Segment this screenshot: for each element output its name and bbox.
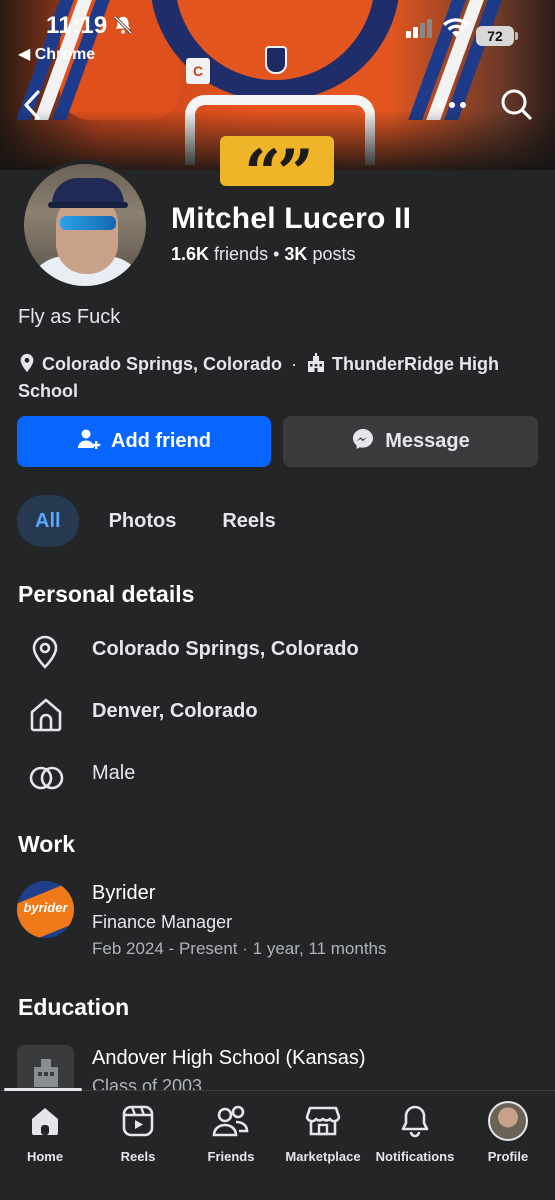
bell-icon	[370, 1101, 460, 1141]
message-label: Message	[385, 430, 470, 452]
location-pin-icon	[28, 634, 62, 675]
education-school[interactable]: Andover High School (Kansas)	[92, 1047, 365, 1070]
profile-stats: 1.6K friends • 3K posts	[171, 244, 355, 265]
marketplace-icon	[278, 1101, 368, 1141]
status-time: 11:19	[46, 12, 108, 39]
posts-count: 3K	[284, 244, 308, 264]
detail-text: Denver, Colorado	[92, 700, 258, 722]
avatar-cap-brim	[48, 202, 128, 208]
nav-profile[interactable]: Profile	[463, 1101, 553, 1164]
quote-badge-icon[interactable]: “”	[220, 136, 334, 186]
intro-location: Colorado Springs, Colorado	[42, 354, 283, 374]
nav-home[interactable]: Home	[0, 1101, 90, 1164]
work-company[interactable]: Byrider	[92, 882, 155, 905]
intro-line: Colorado Springs, Colorado · ThunderRidg…	[18, 352, 543, 403]
back-chevron-icon[interactable]	[20, 88, 46, 127]
detail-text: Colorado Springs, Colorado	[92, 638, 359, 660]
gender-icon	[28, 758, 66, 799]
nav-label: Profile	[487, 1149, 529, 1164]
tab-all[interactable]: All	[17, 495, 79, 547]
detail-gender: Male	[0, 756, 555, 796]
nav-profile-photo	[488, 1101, 528, 1141]
nav-marketplace[interactable]: Marketplace	[278, 1101, 368, 1164]
profile-avatar[interactable]	[20, 160, 150, 290]
tab-photos[interactable]: Photos	[91, 495, 195, 547]
silent-bell-icon	[112, 14, 134, 41]
profile-name: Mitchel Lucero II	[171, 202, 412, 235]
active-tab-indicator	[4, 1088, 82, 1091]
education-class: Class of 2003	[92, 1076, 203, 1090]
detail-hometown: Denver, Colorado	[0, 694, 555, 734]
add-person-icon	[77, 428, 101, 456]
reels-icon	[93, 1101, 183, 1141]
nav-notifications[interactable]: Notifications	[370, 1101, 460, 1164]
status-bar: 11:19 ◀ Chrome 72	[0, 0, 555, 70]
top-navigation	[0, 80, 555, 130]
message-button[interactable]: Message	[283, 416, 538, 467]
education-heading: Education	[18, 994, 130, 1020]
detail-current-city: Colorado Springs, Colorado	[0, 632, 555, 672]
back-to-chrome-link[interactable]: ◀ Chrome	[18, 44, 95, 64]
tab-reels[interactable]: Reels	[204, 495, 293, 547]
work-heading: Work	[18, 831, 76, 857]
nav-reels[interactable]: Reels	[93, 1101, 183, 1164]
add-friend-button[interactable]: Add friend	[17, 416, 271, 467]
add-friend-label: Add friend	[111, 430, 211, 452]
detail-text: Male	[92, 762, 136, 784]
nav-label: Marketplace	[285, 1149, 361, 1164]
profile-avatar	[463, 1101, 553, 1141]
nav-label: Friends	[207, 1149, 255, 1164]
friends-label[interactable]: friends	[214, 244, 268, 264]
avatar-photo	[24, 164, 146, 286]
search-icon[interactable]	[498, 86, 534, 127]
byrider-logo[interactable]: byrider	[17, 881, 74, 938]
profile-tabs: All Photos Reels	[17, 495, 294, 547]
messenger-icon	[351, 427, 375, 457]
posts-label: posts	[312, 244, 356, 264]
friends-count[interactable]: 1.6K	[171, 244, 209, 264]
nav-label: Reels	[120, 1149, 156, 1164]
intro-dot: ·	[291, 354, 298, 374]
cellular-signal-icon	[406, 18, 434, 43]
nav-label: Notifications	[375, 1149, 455, 1164]
nav-friends[interactable]: Friends	[186, 1101, 276, 1164]
home-icon	[0, 1101, 90, 1141]
personal-details-heading: Personal details	[18, 581, 195, 607]
work-dates: Feb 2024 - Present · 1 year, 11 months	[92, 939, 387, 958]
location-pin-icon	[18, 353, 36, 379]
avatar-sunglasses	[60, 216, 116, 230]
profile-bio: Fly as Fuck	[18, 306, 121, 328]
battery-indicator: 72	[476, 26, 518, 46]
wifi-icon	[442, 17, 470, 44]
stats-separator: •	[273, 244, 280, 264]
logo-wordmark: byrider	[23, 900, 68, 915]
bottom-navigation: Home Reels Friends Marketplace Notificat…	[0, 1088, 555, 1200]
nav-label: Home	[26, 1149, 64, 1164]
work-role: Finance Manager	[92, 912, 233, 932]
school-building-icon	[306, 353, 326, 379]
home-icon	[28, 696, 64, 737]
friends-icon	[186, 1101, 276, 1141]
more-options-icon[interactable]	[436, 90, 468, 125]
